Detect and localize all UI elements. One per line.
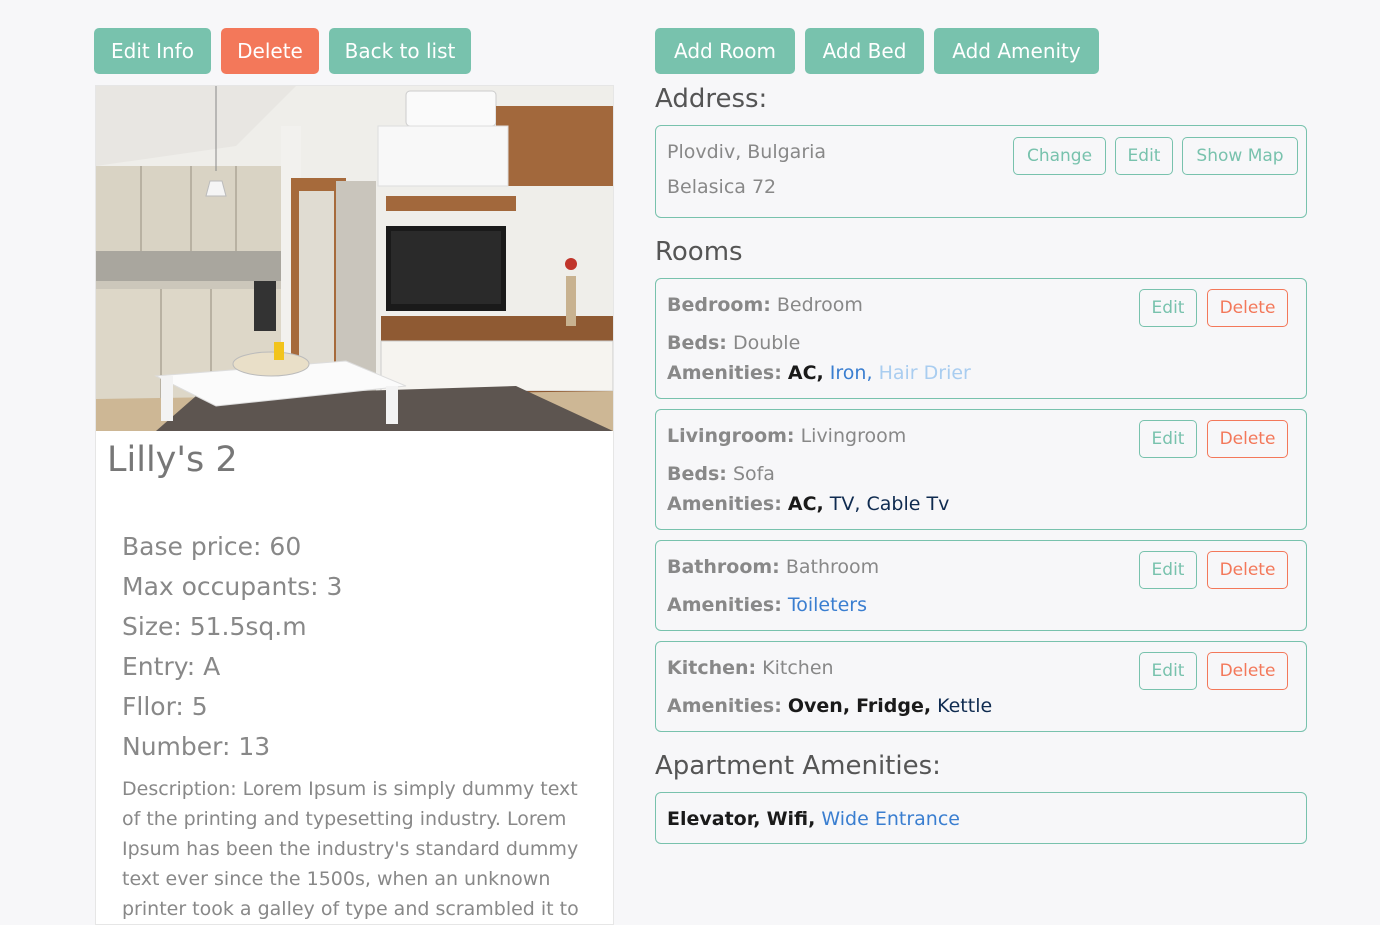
address-box: Plovdiv, Bulgaria Belasica 72 Change Edi…	[655, 125, 1307, 218]
address-street: Belasica 72	[667, 176, 777, 198]
apartment-amenities-list: Elevator, Wifi, Wide Entrance	[667, 808, 960, 830]
apartment-title: Lilly's 2	[107, 440, 238, 480]
delete-room-button[interactable]: Delete	[1207, 420, 1288, 458]
size: Size: 51.5sq.m	[122, 612, 307, 641]
apartment-card: Lilly's 2 Base price: 60 Max occupants: …	[95, 85, 614, 925]
room-beds: Beds: Double	[667, 332, 801, 354]
delete-room-button[interactable]: Delete	[1207, 289, 1288, 327]
room-title: Bedroom: Bedroom	[667, 294, 863, 316]
edit-room-button[interactable]: Edit	[1139, 652, 1197, 690]
description: Description: Lorem Ipsum is simply dummy…	[122, 778, 579, 920]
show-map-button[interactable]: Show Map	[1182, 137, 1298, 175]
floor: Fllor: 5	[122, 692, 208, 721]
room-amenities: Amenities: AC, Iron, Hair Drier	[667, 362, 971, 384]
room-card-livingroom: Livingroom: Livingroom Beds: Sofa Amenit…	[655, 409, 1307, 530]
edit-room-button[interactable]: Edit	[1139, 420, 1197, 458]
change-address-button[interactable]: Change	[1013, 137, 1106, 175]
add-room-button[interactable]: Add Room	[655, 28, 795, 74]
delete-room-button[interactable]: Delete	[1207, 652, 1288, 690]
rooms-heading: Rooms	[655, 237, 743, 267]
delete-apartment-button[interactable]: Delete	[221, 28, 319, 74]
room-amenities: Amenities: AC, TV, Cable Tv	[667, 493, 950, 515]
edit-address-button[interactable]: Edit	[1115, 137, 1173, 175]
delete-room-button[interactable]: Delete	[1207, 551, 1288, 589]
room-beds: Beds: Sofa	[667, 463, 775, 485]
room-title: Bathroom: Bathroom	[667, 556, 880, 578]
room-amenities: Amenities: Toileters	[667, 594, 867, 616]
room-card-kitchen: Kitchen: Kitchen Amenities: Oven, Fridge…	[655, 641, 1307, 732]
edit-room-button[interactable]: Edit	[1139, 551, 1197, 589]
room-title: Kitchen: Kitchen	[667, 657, 834, 679]
back-to-list-button[interactable]: Back to list	[329, 28, 471, 74]
room-amenities: Amenities: Oven, Fridge, Kettle	[667, 695, 993, 717]
apartment-amenities-heading: Apartment Amenities:	[655, 751, 941, 781]
base-price: Base price: 60	[122, 532, 302, 561]
room-card-bedroom: Bedroom: Bedroom Beds: Double Amenities:…	[655, 278, 1307, 399]
apartment-amenities-box: Elevator, Wifi, Wide Entrance	[655, 792, 1307, 844]
apartment-photo	[96, 86, 613, 431]
room-card-bathroom: Bathroom: Bathroom Amenities: Toileters …	[655, 540, 1307, 631]
max-occupants: Max occupants: 3	[122, 572, 343, 601]
add-amenity-button[interactable]: Add Amenity	[934, 28, 1099, 74]
address-city: Plovdiv, Bulgaria	[667, 141, 827, 163]
edit-info-button[interactable]: Edit Info	[94, 28, 211, 74]
edit-room-button[interactable]: Edit	[1139, 289, 1197, 327]
entry: Entry: A	[122, 652, 221, 681]
room-title: Livingroom: Livingroom	[667, 425, 907, 447]
apartment-number: Number: 13	[122, 732, 271, 761]
add-bed-button[interactable]: Add Bed	[805, 28, 924, 74]
address-heading: Address:	[655, 84, 768, 114]
